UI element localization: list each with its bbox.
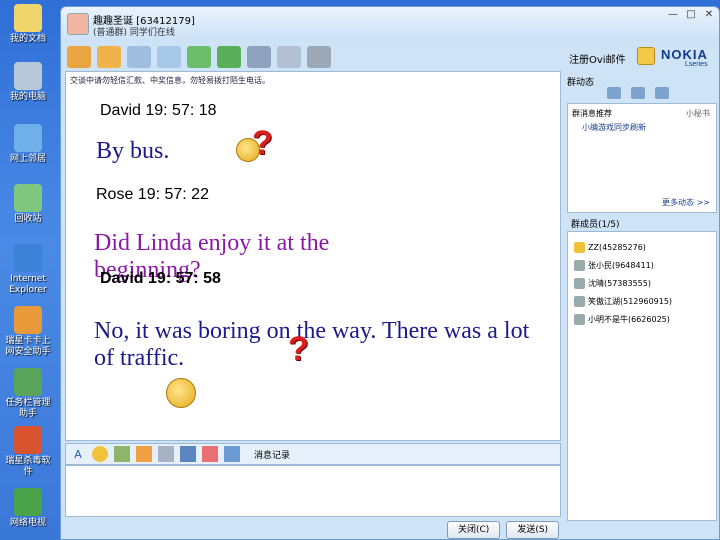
- user-avatar-icon: [574, 260, 585, 271]
- voice-icon[interactable]: [202, 446, 218, 462]
- desktop-icon-ie[interactable]: Internet Explorer: [4, 244, 52, 296]
- user-avatar-icon: [574, 314, 585, 325]
- question-mark-icon: ?: [252, 124, 273, 162]
- message-input[interactable]: [65, 465, 561, 517]
- send-file-icon[interactable]: [217, 46, 241, 68]
- close-button[interactable]: 关闭(C): [447, 521, 501, 539]
- chat-window: 趣趣圣诞 [63412179] (普通群) 同学们在线 — □ ✕ 注册Ovi邮…: [60, 6, 720, 540]
- group-settings-icon[interactable]: [277, 46, 301, 68]
- dynamics-link[interactable]: 小编游戏同步刷新: [582, 122, 646, 133]
- ie-icon: [14, 244, 42, 272]
- user-avatar-icon: [574, 278, 585, 289]
- bulletin-icon[interactable]: [127, 46, 151, 68]
- question-mark-icon: ?: [288, 330, 309, 368]
- image-icon[interactable]: [158, 446, 174, 462]
- desktop-icon-antivirus[interactable]: 瑞星杀毒软件: [4, 426, 52, 478]
- rising-icon: [14, 306, 42, 334]
- group-avatar: [67, 13, 89, 35]
- desktop-icon-rising[interactable]: 瑞星卡卡上网安全助手: [4, 306, 52, 358]
- close-window-button[interactable]: ✕: [701, 9, 717, 21]
- members-title: 群成员(1/5): [571, 220, 620, 230]
- nokia-logo: NOKIA: [661, 47, 708, 62]
- list-item[interactable]: 小明不是牛(6626025): [574, 314, 670, 325]
- antivirus-icon: [14, 426, 42, 454]
- taskbar-helper-icon: [14, 368, 42, 396]
- desktop-icon-my-documents[interactable]: 我的文档: [4, 4, 52, 45]
- message-sender: David 19: 57: 58: [100, 270, 221, 287]
- nokia-ad[interactable]: 注册Ovi邮件 NOKIA Lseries: [561, 41, 719, 73]
- input-toolbar: A 消息记录: [65, 443, 561, 465]
- recycle-bin-icon: [14, 184, 42, 212]
- message-text: No, it was boring on the way. There was …: [94, 318, 530, 371]
- more-dynamics-link[interactable]: 更多动态 >>: [662, 197, 710, 208]
- title-bar[interactable]: 趣趣圣诞 [63412179] (普通群) 同学们在线 — □ ✕: [61, 7, 719, 41]
- send-button[interactable]: 发送(S): [506, 521, 560, 539]
- desktop-icon-my-computer[interactable]: 我的电脑: [4, 62, 52, 103]
- folder-share-icon[interactable]: [97, 46, 121, 68]
- smirk-face-icon: [166, 378, 196, 408]
- desktop-icon-recycle-bin[interactable]: 回收站: [4, 184, 52, 225]
- message-sender: David 19: 57: 18: [100, 102, 217, 119]
- desktop-icon-taskbar-helper[interactable]: 任务栏管理助手: [4, 368, 52, 420]
- register-ovi-link[interactable]: 注册Ovi邮件: [569, 51, 626, 66]
- chat-log-button[interactable]: 消息记录: [254, 448, 290, 461]
- network-icon: [14, 124, 42, 152]
- list-item[interactable]: 沈晴(57383555): [574, 278, 651, 289]
- profile-tab-icon[interactable]: [631, 87, 645, 99]
- maximize-button[interactable]: □: [683, 9, 699, 21]
- user-avatar-icon: [574, 296, 585, 307]
- chat-history[interactable]: 交谈中请勿轻信汇款、中奖信息，勿轻易拨打陌生电话。 David 19: 57: …: [65, 71, 561, 441]
- mail-icon[interactable]: [187, 46, 211, 68]
- safety-notice: 交谈中请勿轻信汇款、中奖信息，勿轻易拨打陌生电话。: [70, 76, 270, 85]
- gear-icon[interactable]: [307, 46, 331, 68]
- tv-icon: [14, 488, 42, 516]
- shake-icon[interactable]: [136, 446, 152, 462]
- member-list[interactable]: ZZ(45285276) 张小民(9648411) 沈晴(57383555) 笑…: [567, 231, 717, 521]
- list-tab-icon[interactable]: [607, 87, 621, 99]
- list-item[interactable]: ZZ(45285276): [574, 242, 646, 253]
- list-item[interactable]: 张小民(9648411): [574, 260, 654, 271]
- owner-icon: [574, 242, 585, 253]
- message-text: By bus.: [96, 138, 170, 164]
- chat-toolbar: [61, 41, 561, 73]
- message-sender: Rose 19: 57: 22: [96, 186, 209, 203]
- dynamics-item[interactable]: 群消息推荐: [572, 108, 612, 119]
- computer-icon: [14, 62, 42, 90]
- folder-icon: [14, 4, 42, 32]
- album-icon[interactable]: [157, 46, 181, 68]
- minimize-button[interactable]: —: [665, 9, 681, 21]
- chat-log-icon[interactable]: [224, 446, 240, 462]
- window-subtitle: (普通群) 同学们在线: [93, 28, 175, 38]
- screenshot-icon[interactable]: [180, 446, 196, 462]
- right-tabs: [567, 87, 717, 103]
- group-dynamics-panel: 群消息推荐 小秘书 小编游戏同步刷新 更多动态 >>: [567, 103, 717, 213]
- home-icon[interactable]: [67, 46, 91, 68]
- desktop-icon-tv[interactable]: 网络电视: [4, 488, 52, 529]
- audio-tab-icon[interactable]: [655, 87, 669, 99]
- nokia-series: Lseries: [685, 61, 708, 68]
- desktop-icon-network[interactable]: 网上邻居: [4, 124, 52, 165]
- tools-icon[interactable]: [247, 46, 271, 68]
- ovi-badge-icon: [637, 47, 655, 65]
- font-icon[interactable]: A: [70, 446, 86, 462]
- dynamics-source: 小秘书: [686, 109, 710, 118]
- list-item[interactable]: 笑傲江湖(512960915): [574, 296, 672, 307]
- magic-face-icon[interactable]: [114, 446, 130, 462]
- emoticon-icon[interactable]: [92, 446, 108, 462]
